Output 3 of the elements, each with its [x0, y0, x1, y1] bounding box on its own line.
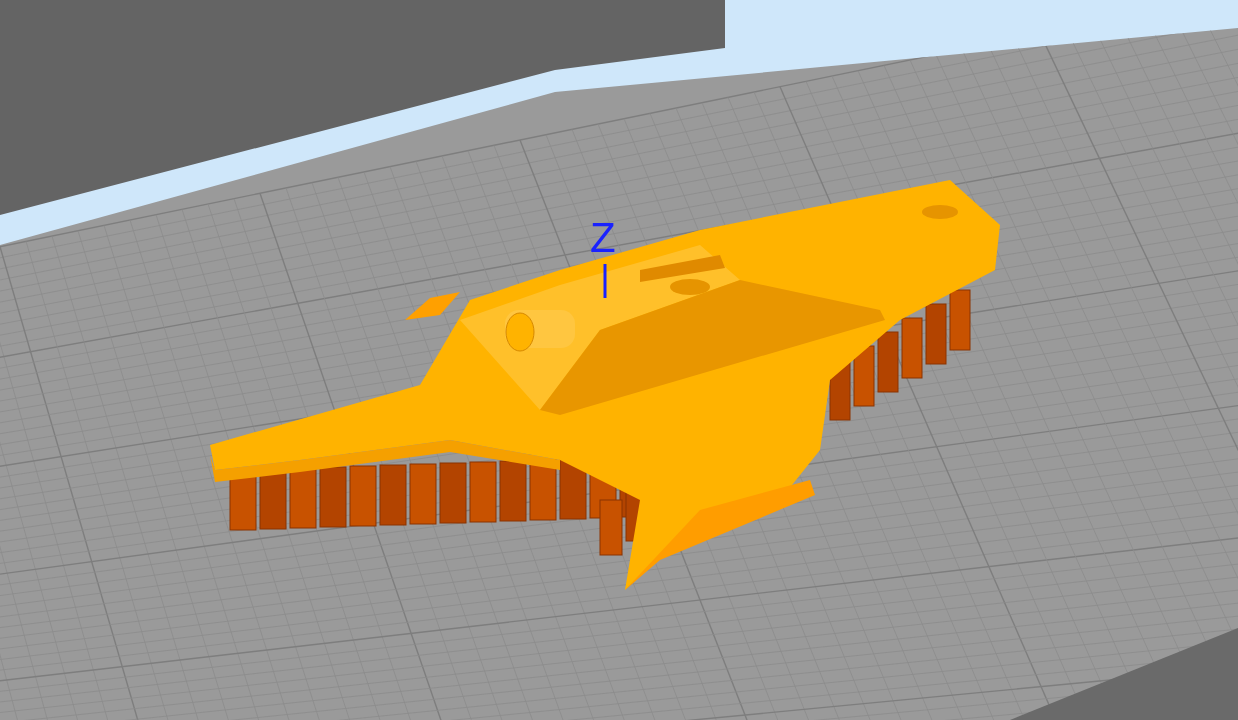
- z-axis-line: [603, 264, 607, 298]
- axis-label: Z: [590, 214, 616, 261]
- build-plate-viewport[interactable]: Z: [0, 0, 1238, 720]
